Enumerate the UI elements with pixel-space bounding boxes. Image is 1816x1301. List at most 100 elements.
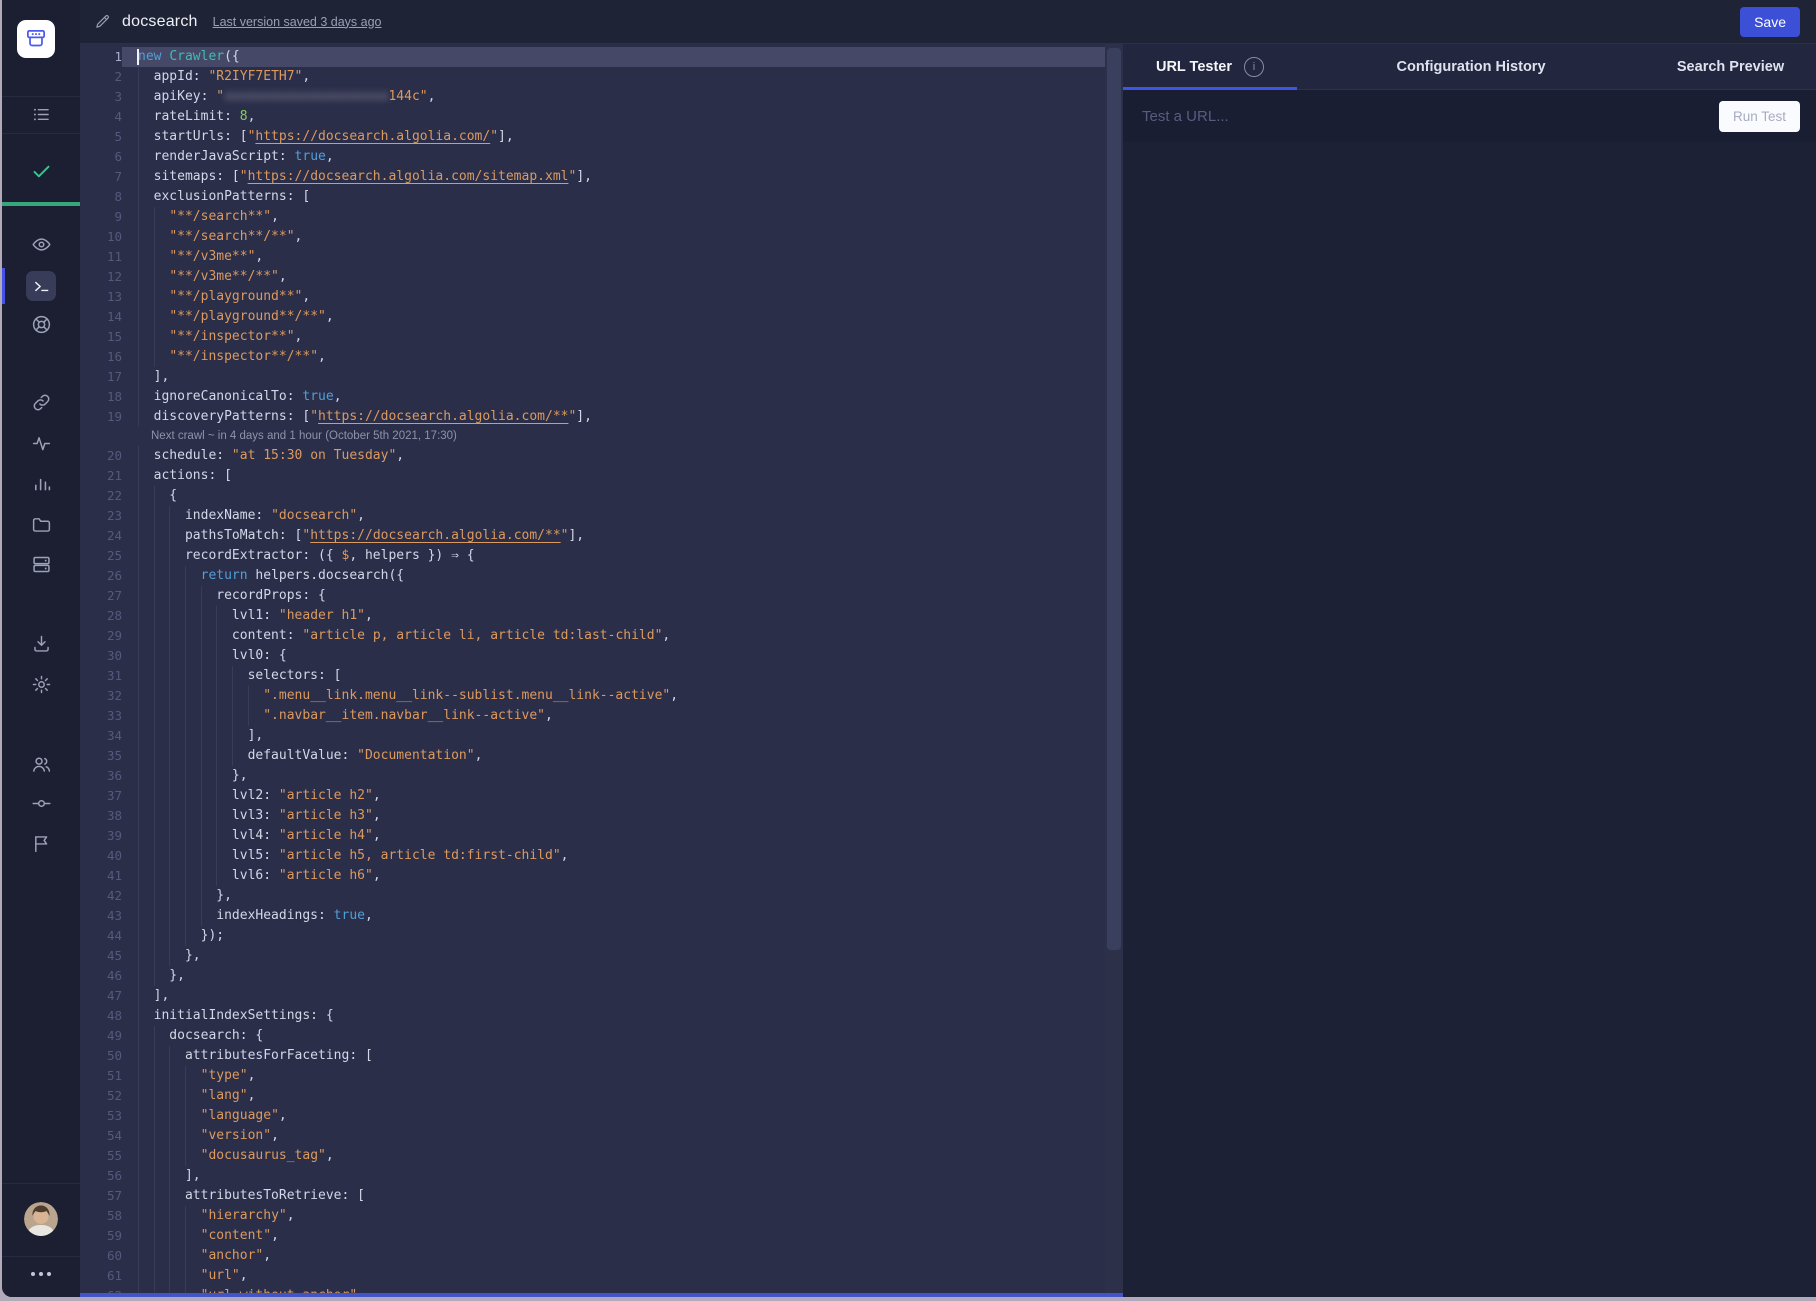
code-line[interactable]: 15 "**/inspector**", xyxy=(80,327,1105,347)
sidebar-item-terminal[interactable] xyxy=(2,266,80,306)
line-number: 2 xyxy=(80,67,122,87)
code-text: defaultValue: "Documentation", xyxy=(122,746,1105,766)
line-number: 38 xyxy=(80,806,122,826)
code-line[interactable]: 53 "language", xyxy=(80,1106,1105,1126)
code-line[interactable]: 30 lvl0: { xyxy=(80,646,1105,666)
code-line[interactable]: 35 defaultValue: "Documentation", xyxy=(80,746,1105,766)
code-line[interactable]: 39 lvl4: "article h4", xyxy=(80,826,1105,846)
code-line[interactable]: 56 ], xyxy=(80,1166,1105,1186)
code-text: discoveryPatterns: ["https://docsearch.a… xyxy=(122,407,1105,427)
sidebar-item-folder[interactable] xyxy=(2,507,80,547)
code-line[interactable]: 9 "**/search**", xyxy=(80,207,1105,227)
code-line[interactable]: 45 }, xyxy=(80,946,1105,966)
code-line[interactable]: 3 apiKey: "xxxxxxxxxxxxxxxxxxxxx144c", xyxy=(80,87,1105,107)
code-line[interactable]: 49 docsearch: { xyxy=(80,1026,1105,1046)
code-line[interactable]: 11 "**/v3me**", xyxy=(80,247,1105,267)
sidebar-item-lifebuoy[interactable] xyxy=(2,307,80,347)
code-line[interactable]: 46 }, xyxy=(80,966,1105,986)
sidebar-item-check[interactable] xyxy=(2,154,80,194)
code-line[interactable]: 59 "content", xyxy=(80,1226,1105,1246)
code-line[interactable]: 38 lvl3: "article h3", xyxy=(80,806,1105,826)
code-line[interactable]: 41 lvl6: "article h6", xyxy=(80,866,1105,886)
code-line[interactable]: 57 attributesToRetrieve: [ xyxy=(80,1186,1105,1206)
config-title: docsearch xyxy=(122,13,198,31)
crawler-logo[interactable] xyxy=(17,20,55,58)
sidebar-item-users[interactable] xyxy=(2,747,80,787)
sidebar-item-eye[interactable] xyxy=(2,227,80,267)
code-line[interactable]: 25 recordExtractor: ({ $, helpers }) ⇒ { xyxy=(80,546,1105,566)
code-line[interactable]: 44 }); xyxy=(80,926,1105,946)
code-line[interactable]: 51 "type", xyxy=(80,1066,1105,1086)
code-line[interactable]: 48 initialIndexSettings: { xyxy=(80,1006,1105,1026)
code-line[interactable]: 47 ], xyxy=(80,986,1105,1006)
code-line[interactable]: 13 "**/playground**", xyxy=(80,287,1105,307)
code-line[interactable]: 7 sitemaps: ["https://docsearch.algolia.… xyxy=(80,167,1105,187)
code-line[interactable]: 16 "**/inspector**/**", xyxy=(80,347,1105,367)
code-line[interactable]: 1new Crawler({ xyxy=(80,47,1105,67)
code-line[interactable]: 6 renderJavaScript: true, xyxy=(80,147,1105,167)
code-line[interactable]: 14 "**/playground**/**", xyxy=(80,307,1105,327)
sidebar-item-download[interactable] xyxy=(2,626,80,666)
code-line[interactable]: 5 startUrls: ["https://docsearch.algolia… xyxy=(80,127,1105,147)
tab-configuration-history[interactable]: Configuration History xyxy=(1297,44,1645,89)
code-line[interactable]: 60 "anchor", xyxy=(80,1246,1105,1266)
sidebar-item-git-commit[interactable] xyxy=(2,786,80,826)
panel-tabs: URL Tester i Configuration History Searc… xyxy=(1123,44,1816,90)
code-line[interactable]: 8 exclusionPatterns: [ xyxy=(80,187,1105,207)
tab-search-preview[interactable]: Search Preview xyxy=(1645,44,1816,89)
code-line[interactable]: 61 "url", xyxy=(80,1266,1105,1286)
code-line[interactable]: 36 }, xyxy=(80,766,1105,786)
code-line[interactable]: 2 appId: "R2IYF7ETH7", xyxy=(80,67,1105,87)
more-menu-icon[interactable] xyxy=(2,1272,80,1276)
sidebar-item-flag[interactable] xyxy=(2,826,80,866)
code-line[interactable]: 43 indexHeadings: true, xyxy=(80,906,1105,926)
code-line[interactable]: 22 { xyxy=(80,486,1105,506)
tab-url-tester[interactable]: URL Tester i xyxy=(1123,44,1297,89)
info-icon[interactable]: i xyxy=(1244,57,1264,77)
code-line[interactable]: 18 ignoreCanonicalTo: true, xyxy=(80,387,1105,407)
code-line[interactable]: 33 ".navbar__item.navbar__link--active", xyxy=(80,706,1105,726)
code-line[interactable]: 28 lvl1: "header h1", xyxy=(80,606,1105,626)
code-line[interactable]: 23 indexName: "docsearch", xyxy=(80,506,1105,526)
code-editor[interactable]: 1new Crawler({2 appId: "R2IYF7ETH7",3 ap… xyxy=(80,44,1105,1297)
code-line[interactable]: 17 ], xyxy=(80,367,1105,387)
run-test-button[interactable]: Run Test xyxy=(1719,101,1800,132)
code-line[interactable]: 21 actions: [ xyxy=(80,466,1105,486)
code-line[interactable]: 34 ], xyxy=(80,726,1105,746)
sidebar-item-list[interactable] xyxy=(2,97,80,137)
sidebar-item-gear[interactable] xyxy=(2,667,80,707)
code-line[interactable]: 31 selectors: [ xyxy=(80,666,1105,686)
save-button[interactable]: Save xyxy=(1740,7,1800,37)
code-line[interactable]: 42 }, xyxy=(80,886,1105,906)
code-line[interactable]: 58 "hierarchy", xyxy=(80,1206,1105,1226)
last-saved-link[interactable]: Last version saved 3 days ago xyxy=(213,15,382,29)
code-line[interactable]: 52 "lang", xyxy=(80,1086,1105,1106)
code-line[interactable]: 29 content: "article p, article li, arti… xyxy=(80,626,1105,646)
code-line[interactable]: 19 discoveryPatterns: ["https://docsearc… xyxy=(80,407,1105,427)
url-input[interactable] xyxy=(1140,107,1719,126)
code-line[interactable]: 4 rateLimit: 8, xyxy=(80,107,1105,127)
sidebar-item-server[interactable] xyxy=(2,547,80,587)
code-line[interactable]: 50 attributesForFaceting: [ xyxy=(80,1046,1105,1066)
code-line[interactable]: 55 "docusaurus_tag", xyxy=(80,1146,1105,1166)
sidebar-item-activity[interactable] xyxy=(2,426,80,466)
editor-scrollbar-thumb[interactable] xyxy=(1107,48,1121,950)
code-line[interactable]: 24 pathsToMatch: ["https://docsearch.alg… xyxy=(80,526,1105,546)
code-line[interactable]: 40 lvl5: "article h5, article td:first-c… xyxy=(80,846,1105,866)
sidebar-item-bar-chart[interactable] xyxy=(2,466,80,506)
code-line[interactable]: 54 "version", xyxy=(80,1126,1105,1146)
code-line[interactable]: 20 schedule: "at 15:30 on Tuesday", xyxy=(80,446,1105,466)
code-line[interactable]: 32 ".menu__link.menu__link--sublist.menu… xyxy=(80,686,1105,706)
sidebar-item-link[interactable] xyxy=(2,385,80,425)
code-text: ], xyxy=(122,367,1105,387)
code-line[interactable]: 26 return helpers.docsearch({ xyxy=(80,566,1105,586)
code-line[interactable]: 12 "**/v3me**/**", xyxy=(80,267,1105,287)
avatar[interactable] xyxy=(24,1202,58,1236)
code-text: "hierarchy", xyxy=(122,1206,1105,1226)
code-text: ], xyxy=(122,726,1105,746)
edit-pencil-icon[interactable] xyxy=(94,13,111,30)
code-line[interactable]: 37 lvl2: "article h2", xyxy=(80,786,1105,806)
line-number: 52 xyxy=(80,1086,122,1106)
code-line[interactable]: 27 recordProps: { xyxy=(80,586,1105,606)
code-line[interactable]: 10 "**/search**/**", xyxy=(80,227,1105,247)
